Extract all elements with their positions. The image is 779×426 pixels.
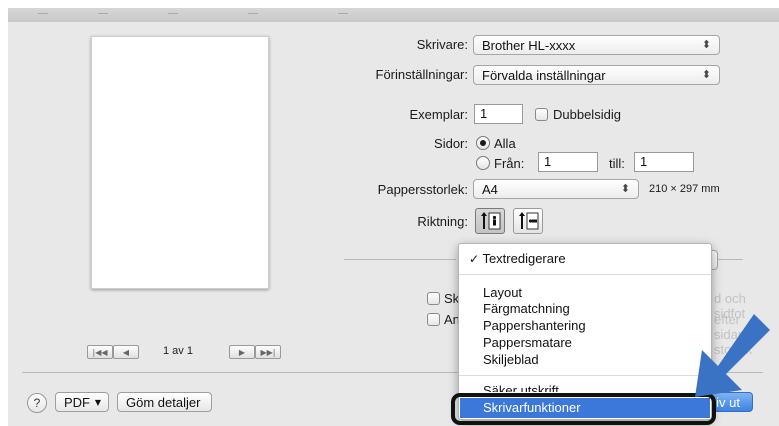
arrow-icon — [695, 314, 770, 397]
